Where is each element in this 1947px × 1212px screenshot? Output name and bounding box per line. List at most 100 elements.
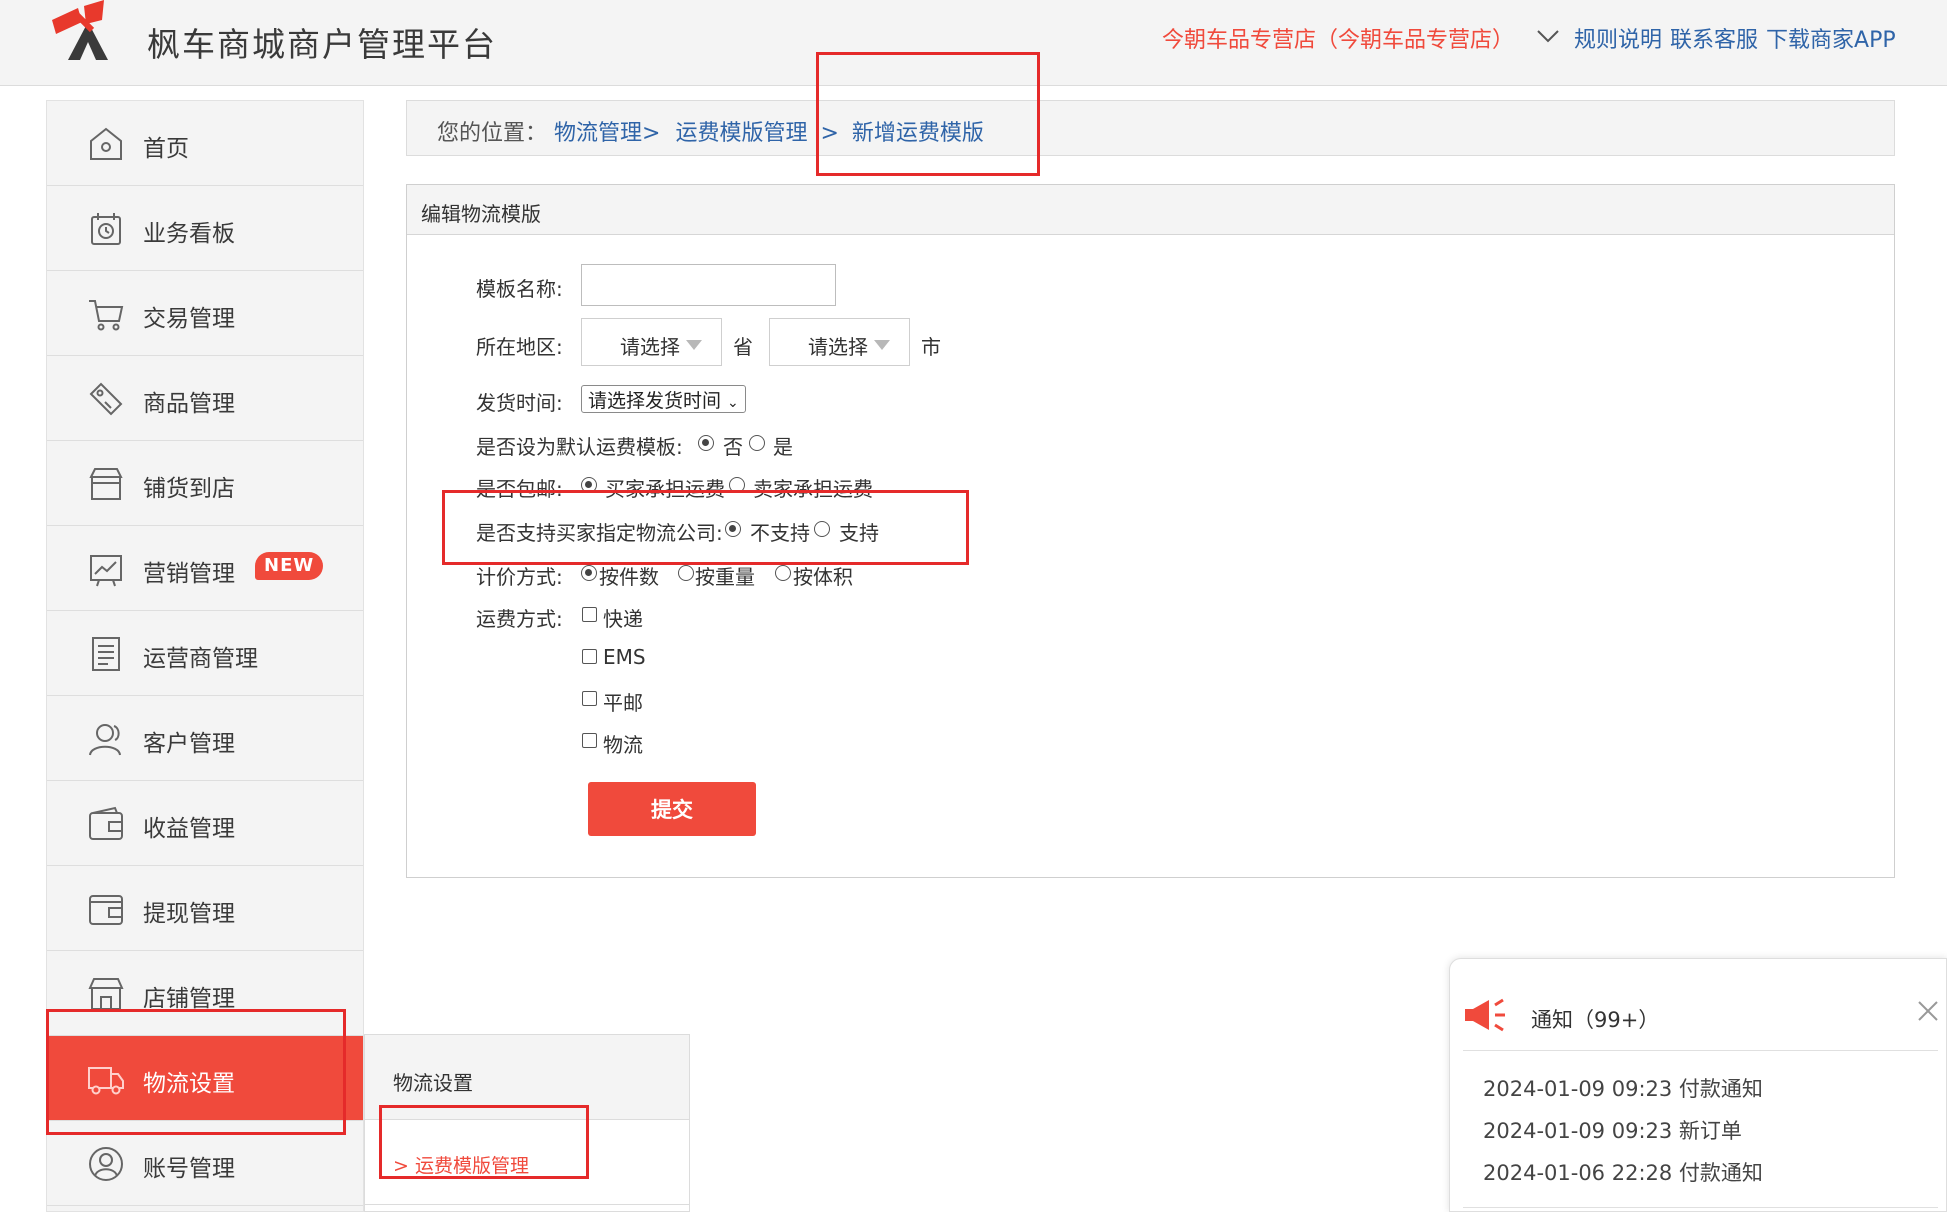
province-unit: 省 [733, 335, 753, 359]
sidebar-item-label: 账号管理 [143, 1156, 235, 1182]
default-yes-radio[interactable] [749, 435, 765, 451]
carrier-supported-radio[interactable] [814, 521, 830, 537]
breadcrumb-freight-template[interactable]: 运费模版管理 [675, 121, 807, 146]
breadcrumb-prefix: 您的位置： [437, 121, 548, 146]
divider [1463, 1050, 1938, 1051]
region-label: 所在地区: [476, 335, 563, 359]
pricing-method-label: 计价方式: [476, 565, 563, 589]
city-select[interactable]: 请选择 [769, 318, 910, 366]
sidebar-item-label: 商品管理 [143, 391, 235, 417]
platform-title: 枫车商城商户管理平台 [147, 25, 497, 64]
sidebar-item-operator[interactable]: 运营商管理 [47, 611, 363, 696]
seller-pays-label: 卖家承担运费 [753, 477, 873, 501]
sidebar-item-label: 首页 [143, 136, 189, 162]
divider [365, 1204, 689, 1205]
dashboard-icon [91, 213, 121, 245]
city-unit: 市 [921, 335, 941, 359]
carrier-unsupported-label: 不支持 [750, 521, 810, 545]
breadcrumb-logistics[interactable]: 物流管理> [554, 121, 660, 146]
sidebar-item-shop[interactable]: 店铺管理 [47, 951, 363, 1036]
notification-item[interactable]: 2024-01-09 09:23 新订单 [1483, 1115, 1742, 1145]
pricing-by-count-radio[interactable] [581, 565, 597, 581]
default-yes-label: 是 [773, 435, 793, 459]
submenu-title: 物流设置 [365, 1035, 689, 1120]
contact-support-link[interactable]: 联系客服 [1670, 22, 1758, 54]
sidebar-item-marketing[interactable]: 营销管理 NEW [47, 526, 363, 611]
default-template-label: 是否设为默认运费模板: [476, 435, 683, 459]
sidebar-item-home[interactable]: 首页 [47, 101, 363, 186]
logo[interactable] [46, 0, 124, 62]
sidebar-item-label: 铺货到店 [143, 476, 235, 502]
sidebar-item-label: 店铺管理 [143, 986, 235, 1012]
notification-item[interactable]: 2024-01-06 22:28 付款通知 [1483, 1157, 1763, 1187]
shipping-method-label: 运费方式: [476, 607, 563, 631]
breadcrumb: 您的位置： 物流管理> 运费模版管理 > 新增运费模版 [406, 100, 1895, 156]
ship-time-label: 发货时间: [476, 391, 563, 415]
sidebar: 首页 业务看板 交易管理 商品管理 铺货到店 营销管理 NEW 运营商管理 客户… [46, 100, 364, 1212]
carrier-unsupported-radio[interactable] [725, 521, 741, 537]
submit-button[interactable]: 提交 [588, 782, 756, 836]
seller-pays-radio[interactable] [729, 477, 745, 493]
default-no-radio[interactable] [698, 435, 714, 451]
ems-checkbox[interactable] [582, 649, 597, 664]
buyer-pays-label: 买家承担运费 [605, 477, 725, 501]
dropdown-arrow-icon [874, 340, 890, 350]
list-icon [92, 637, 120, 671]
logo-icon [52, 0, 108, 60]
surface-mail-label: 平邮 [603, 691, 643, 715]
freight-checkbox[interactable] [582, 733, 597, 748]
chevron-down-icon[interactable] [1535, 24, 1561, 48]
sidebar-item-account[interactable]: 账号管理 [47, 1121, 363, 1206]
sidebar-item-customers[interactable]: 客户管理 [47, 696, 363, 781]
users-icon [89, 724, 121, 756]
sidebar-item-label: 客户管理 [143, 731, 235, 757]
sidebar-item-withdraw[interactable]: 提现管理 [47, 866, 363, 951]
sidebar-item-label: 提现管理 [143, 901, 235, 927]
template-name-input[interactable] [581, 264, 836, 306]
express-checkbox[interactable] [582, 607, 597, 622]
notification-title: 通知（99+） [1531, 1008, 1660, 1032]
download-app-link[interactable]: 下载商家APP [1766, 22, 1896, 54]
sidebar-item-distribute[interactable]: 铺货到店 [47, 441, 363, 526]
cart-icon [89, 300, 124, 331]
top-header: 枫车商城商户管理平台 今朝车品专营店（今朝车品专营店） 规则说明 联系客服 下载… [0, 0, 1947, 86]
home-icon [90, 127, 122, 160]
breadcrumb-new-template[interactable]: 新增运费模版 [852, 121, 984, 146]
buyer-pays-radio[interactable] [581, 477, 597, 493]
edit-template-panel: 编辑物流模版 模板名称: 所在地区: 请选择 省 请选择 市 发货时间: 请选择… [406, 184, 1895, 878]
express-label: 快递 [603, 607, 643, 631]
sidebar-item-label: 业务看板 [143, 221, 235, 247]
dropdown-arrow-icon [686, 340, 702, 350]
sidebar-item-trade[interactable]: 交易管理 [47, 271, 363, 356]
sidebar-item-goods[interactable]: 商品管理 [47, 356, 363, 441]
default-no-label: 否 [723, 435, 743, 459]
surface-mail-checkbox[interactable] [582, 691, 597, 706]
notification-item[interactable]: 2024-01-09 09:23 付款通知 [1483, 1073, 1763, 1103]
withdraw-icon [89, 895, 123, 925]
province-select-value: 请选择 [620, 335, 680, 359]
sidebar-item-label: 运营商管理 [143, 646, 258, 672]
sidebar-item-earnings[interactable]: 收益管理 [47, 781, 363, 866]
pricing-by-count-label: 按件数 [599, 565, 659, 589]
rules-link[interactable]: 规则说明 [1574, 22, 1662, 54]
ship-time-select-value: 请选择发货时间 [588, 390, 722, 412]
pricing-by-volume-radio[interactable] [775, 565, 791, 581]
submenu-item-freight-template[interactable]: > 运费模版管理 [393, 1151, 529, 1178]
province-select[interactable]: 请选择 [581, 318, 722, 366]
free-shipping-label: 是否包邮: [476, 477, 563, 501]
close-icon[interactable] [1916, 999, 1940, 1023]
freight-label: 物流 [603, 733, 643, 757]
sidebar-item-logistics[interactable]: 物流设置 [47, 1036, 363, 1121]
chevron-down-icon: ⌄ [727, 395, 739, 411]
account-icon [89, 1147, 123, 1181]
ship-time-select[interactable]: 请选择发货时间 ⌄ [581, 385, 746, 413]
store-name[interactable]: 今朝车品专营店（今朝车品专营店） [1162, 22, 1514, 54]
notification-panel: 通知（99+） 2024-01-09 09:23 付款通知 2024-01-09… [1449, 958, 1947, 1212]
sidebar-item-label: 营销管理 [143, 561, 235, 587]
sidebar-item-label: 物流设置 [143, 1071, 235, 1097]
sidebar-item-dashboard[interactable]: 业务看板 [47, 186, 363, 271]
pricing-by-weight-radio[interactable] [678, 565, 694, 581]
city-select-value: 请选择 [808, 335, 868, 359]
panel-title: 编辑物流模版 [407, 185, 1894, 235]
logistics-submenu: 物流设置 > 运费模版管理 [364, 1034, 690, 1212]
